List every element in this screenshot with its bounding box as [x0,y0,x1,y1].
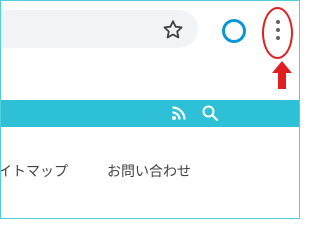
search-icon[interactable] [201,104,219,122]
bookmark-star-icon[interactable] [161,18,185,42]
menu-dot-icon [276,20,280,24]
menu-dot-icon [276,36,280,40]
site-header-bar [1,100,299,127]
more-menu-button[interactable] [269,15,287,45]
rss-icon[interactable] [171,105,187,121]
nav-item-contact[interactable]: お問い合わせ [107,161,191,181]
browser-toolbar [1,1,299,63]
menu-dot-icon [276,28,280,32]
red-up-arrow-icon [272,61,292,89]
screenshot-frame: イトマップ お問い合わせ [0,0,300,219]
profile-icon[interactable] [222,19,246,43]
nav-item-sitemap[interactable]: イトマップ [1,161,68,181]
